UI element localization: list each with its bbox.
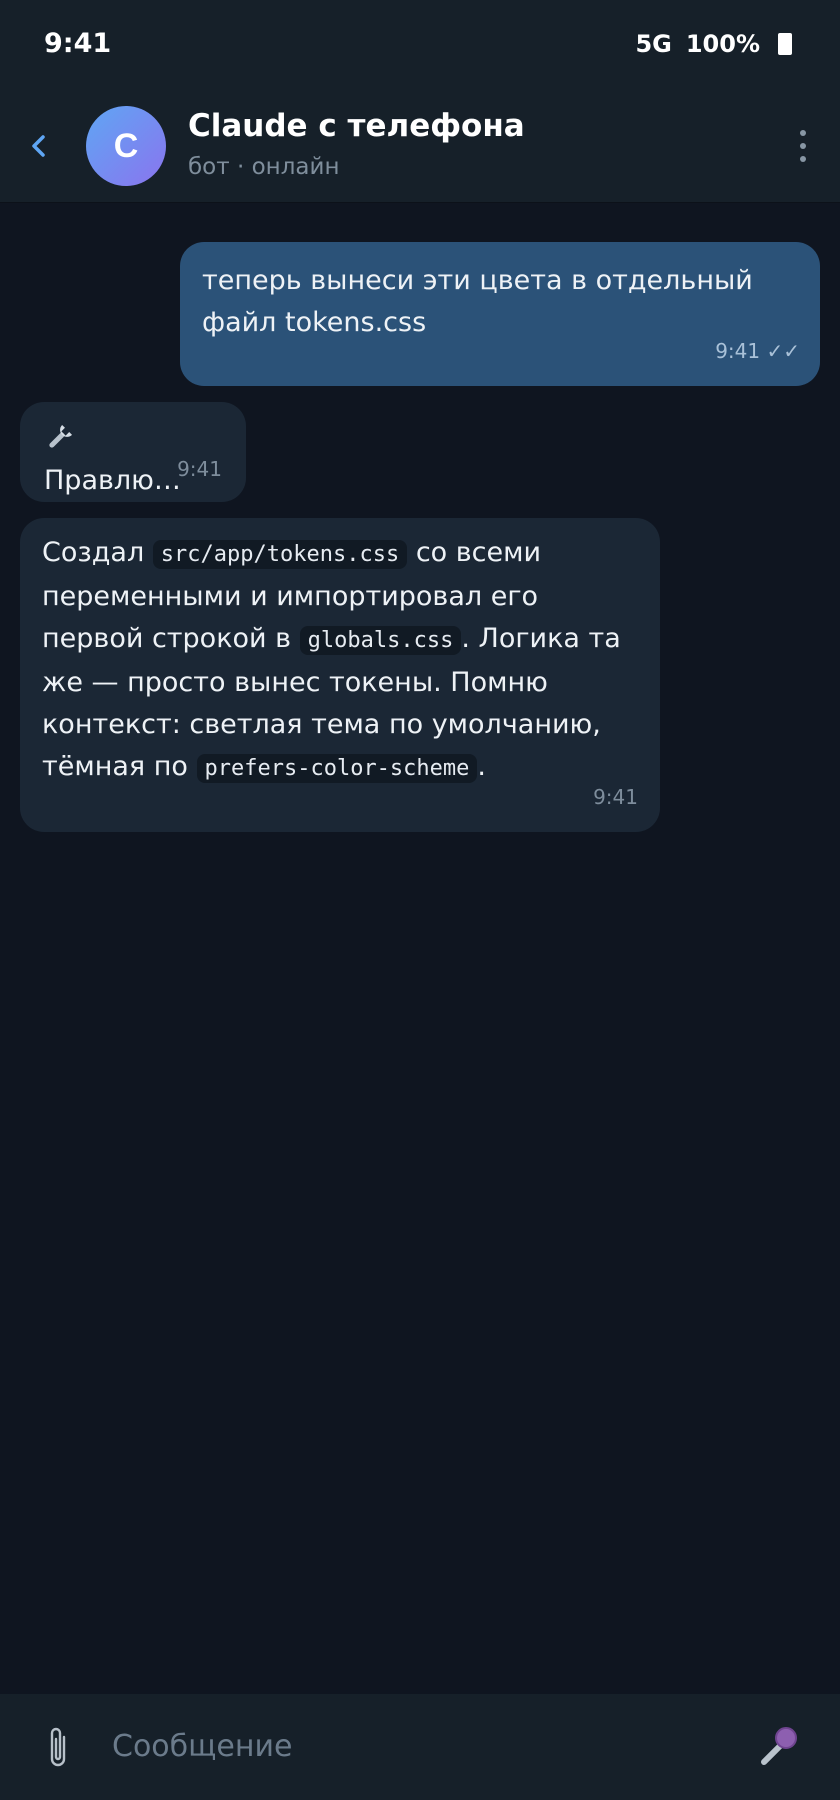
- message-text: со всеми: [415, 537, 542, 568]
- chevron-left-icon: [32, 135, 45, 157]
- message-text: Создал: [42, 537, 145, 568]
- message-line: первой строкой в globals.css. Логика та: [42, 618, 638, 662]
- message-line: контекст: светлая тема по умолчанию,: [42, 709, 601, 740]
- outgoing-message[interactable]: теперь вынеси эти цвета в отдельный файл…: [180, 242, 820, 386]
- composer-bar: [0, 1694, 840, 1800]
- battery-icon: [778, 33, 792, 55]
- microphone-icon: [761, 1727, 797, 1765]
- code-snippet: src/app/tokens.css: [152, 540, 408, 569]
- wrench-icon: [49, 424, 73, 448]
- message-text: тёмная по: [42, 751, 188, 782]
- message-line: переменными и импортировал его: [42, 581, 539, 612]
- message-line: файл tokens.css: [202, 307, 427, 338]
- message-time: 9:41: [715, 339, 761, 363]
- message-line: тёмная по prefers-color-scheme.: [42, 746, 638, 790]
- incoming-message[interactable]: Создал src/app/tokens.css со всеми перем…: [20, 518, 660, 832]
- status-indicators: 5G 100%: [635, 30, 792, 58]
- message-input[interactable]: [112, 1718, 732, 1774]
- attach-button[interactable]: [36, 1722, 80, 1772]
- chat-subtitle: бот · онлайн: [188, 154, 340, 180]
- chat-screen: 9:41 5G 100% C Claude с телефона бот · о…: [0, 0, 840, 1800]
- more-options-button[interactable]: [788, 116, 818, 176]
- more-dot: [800, 156, 806, 162]
- chat-title[interactable]: Claude с телефона: [188, 108, 525, 144]
- status-text: Правлю…: [44, 465, 181, 496]
- battery-percent: 100%: [685, 30, 760, 58]
- avatar[interactable]: C: [86, 106, 166, 186]
- read-ticks-icon: ✓✓: [766, 339, 800, 363]
- network-indicator: 5G: [635, 30, 672, 58]
- message-text: . Логика та: [461, 623, 621, 654]
- message-line: Создал src/app/tokens.css со всеми: [42, 532, 638, 576]
- chat-header: C Claude с телефона бот · онлайн: [0, 92, 840, 203]
- message-line: теперь вынеси эти цвета в отдельный: [202, 265, 753, 296]
- code-snippet: globals.css: [299, 626, 462, 655]
- status-bar: 9:41 5G 100%: [0, 0, 840, 92]
- status-time: 9:41: [44, 28, 112, 59]
- more-vertical-icon: [800, 130, 806, 136]
- message-text: .: [477, 751, 486, 782]
- code-snippet: prefers-color-scheme: [196, 754, 478, 783]
- microphone-button[interactable]: [752, 1720, 804, 1772]
- message-time: 9:41: [593, 785, 638, 809]
- message-line: же — просто вынес токены. Помню: [42, 667, 548, 698]
- back-button[interactable]: [18, 116, 58, 176]
- more-dot: [800, 143, 806, 149]
- paperclip-icon: [50, 1727, 66, 1767]
- message-text: первой строкой в: [42, 623, 292, 654]
- message-meta: 9:41 ✓✓: [715, 330, 800, 372]
- message-time: 9:41: [177, 457, 222, 481]
- incoming-status-message[interactable]: Правлю… 9:41: [20, 402, 246, 502]
